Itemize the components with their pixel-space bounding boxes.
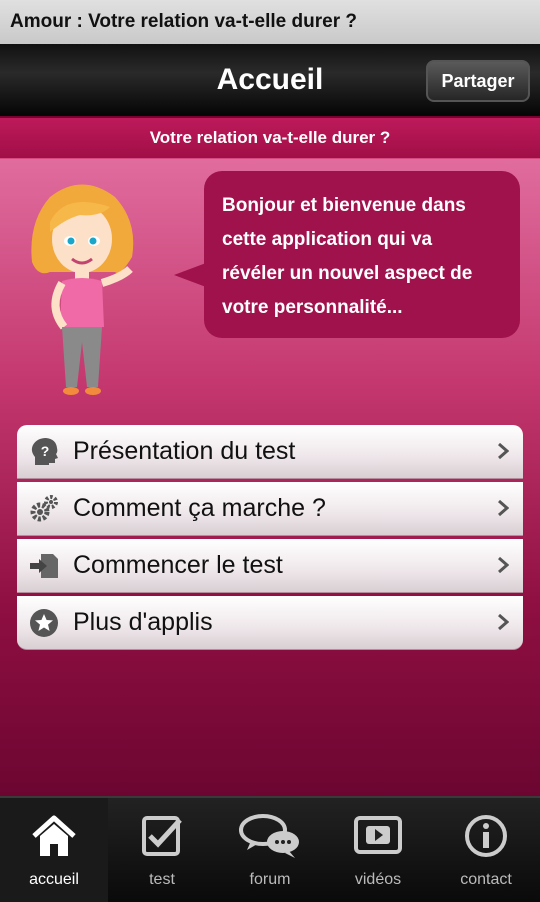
header-bar: Accueil Partager — [0, 44, 540, 118]
menu-item-label: Comment ça marche ? — [73, 494, 326, 522]
menu-item-more-apps[interactable]: Plus d'applis — [17, 596, 523, 650]
welcome-line: Bonjour et bienvenue dans — [222, 195, 466, 216]
subtitle: Votre relation va-t-elle durer ? — [149, 128, 391, 147]
welcome-speech-bubble: Bonjour et bienvenue dans cette applicat… — [204, 171, 520, 338]
menu-item-label: Plus d'applis — [73, 608, 213, 636]
gears-icon — [30, 494, 58, 521]
chevron-right-icon — [498, 499, 509, 517]
speech-bubble-tail — [174, 263, 206, 287]
info-icon — [465, 815, 507, 857]
share-button[interactable]: Partager — [426, 60, 530, 102]
welcome-line: votre personnalité... — [222, 297, 403, 318]
svg-text:?: ? — [41, 443, 50, 459]
chat-bubbles-icon — [239, 814, 299, 858]
app-title: Amour : Votre relation va-t-elle durer ? — [10, 11, 357, 32]
tab-videos[interactable]: vidéos — [324, 798, 432, 902]
tab-label: accueil — [29, 871, 79, 888]
star-circle-icon — [30, 608, 58, 637]
menu-item-presentation[interactable]: ? Présentation du test — [17, 425, 523, 479]
head-question-icon: ? — [31, 437, 58, 465]
welcome-line: cette application qui va — [222, 229, 433, 250]
tab-test[interactable]: test — [108, 798, 216, 902]
menu-item-how-it-works[interactable]: Comment ça marche ? — [17, 482, 523, 536]
checklist-icon — [142, 816, 182, 856]
menu-item-label: Présentation du test — [73, 437, 296, 465]
tab-label: forum — [249, 871, 291, 888]
tab-label: test — [149, 871, 175, 888]
chevron-right-icon — [498, 556, 509, 574]
tab-contact[interactable]: contact — [432, 798, 540, 902]
chevron-right-icon — [498, 442, 509, 460]
app-title-bar: Amour : Votre relation va-t-elle durer ? — [0, 0, 540, 44]
woman-character-illustration — [31, 184, 134, 395]
enter-document-icon — [30, 553, 58, 578]
tab-accueil[interactable]: accueil — [0, 798, 108, 902]
chevron-right-icon — [498, 613, 509, 631]
subtitle-bar: Votre relation va-t-elle durer ? — [0, 118, 540, 159]
menu-item-start-test[interactable]: Commencer le test — [17, 539, 523, 593]
welcome-line: révéler un nouvel aspect de — [222, 263, 473, 284]
bottom-tab-bar: accueil test forum vidéos contact — [0, 796, 540, 902]
home-icon — [32, 815, 76, 856]
tab-forum[interactable]: forum — [216, 798, 324, 902]
tab-label: vidéos — [354, 871, 402, 888]
main-menu: ? Présentation du test Comment ça marche… — [17, 425, 523, 653]
menu-item-label: Commencer le test — [73, 551, 283, 579]
tab-label: contact — [460, 871, 512, 888]
main-content: Bonjour et bienvenue dans cette applicat… — [0, 159, 540, 796]
video-play-icon — [354, 816, 402, 854]
